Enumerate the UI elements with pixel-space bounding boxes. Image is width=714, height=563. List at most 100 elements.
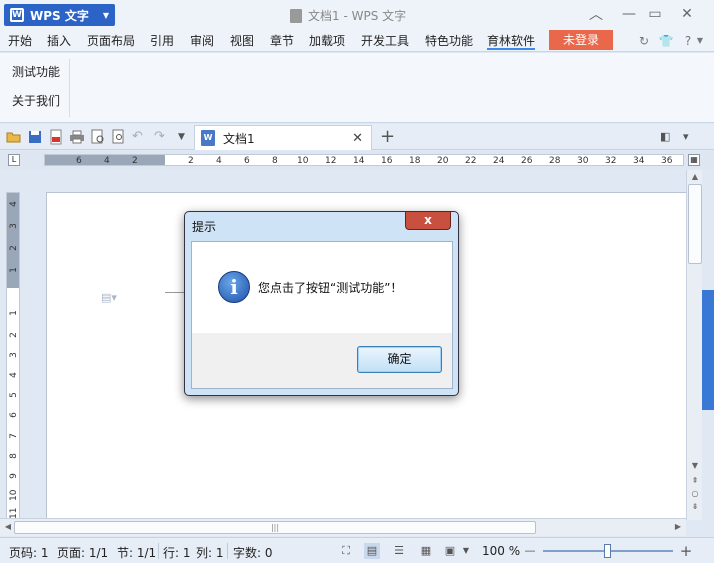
- app-name: WPS 文字: [30, 8, 89, 23]
- select-browse-icon[interactable]: ○: [689, 488, 701, 500]
- fullscreen-icon[interactable]: ⛶: [338, 543, 354, 559]
- close-icon[interactable]: ✕: [676, 4, 698, 24]
- chevron-down-icon[interactable]: ▼: [178, 129, 194, 145]
- zoom-slider[interactable]: [543, 544, 673, 558]
- page-options-icon[interactable]: ▤▾: [101, 291, 123, 305]
- new-tab-icon[interactable]: +: [380, 127, 395, 147]
- print-icon[interactable]: [69, 129, 85, 145]
- title-bar: W WPS 文字 ▼ 文档1 - WPS 文字 ︿ — ▭ ✕: [0, 0, 714, 30]
- redo-icon[interactable]: ↷: [154, 129, 170, 145]
- ruler-tick: 9: [9, 473, 19, 479]
- chevron-down-icon[interactable]: ▼: [458, 543, 474, 559]
- tab-insert[interactable]: 插入: [47, 32, 71, 50]
- zoom-level[interactable]: 100 %: [482, 544, 520, 558]
- ruler-tick: 2: [132, 156, 138, 166]
- tab-menu-icon[interactable]: ▾: [683, 129, 699, 145]
- ruler-tick: 8: [272, 156, 278, 166]
- undo-icon[interactable]: ↶: [132, 129, 148, 145]
- ruler-tick: 14: [353, 156, 365, 166]
- tab-view[interactable]: 视图: [230, 32, 254, 50]
- message-dialog: 提示 x i 您点击了按钮“测试功能”！ 确定: [184, 211, 459, 396]
- next-page-icon[interactable]: ⇟: [689, 501, 701, 513]
- ruler-tick: 12: [325, 156, 337, 166]
- vertical-scrollbar[interactable]: ▲ ▼ ⇞ ○ ⇟: [686, 170, 702, 520]
- close-icon[interactable]: ✕: [352, 131, 363, 146]
- pdf-icon[interactable]: [48, 129, 64, 145]
- ruler-tick: 2: [9, 332, 19, 338]
- side-panel-toggle[interactable]: [702, 290, 714, 410]
- scroll-left-icon[interactable]: ◀: [2, 521, 14, 533]
- app-menu-button[interactable]: W WPS 文字 ▼: [4, 4, 115, 26]
- skin-icon[interactable]: 👕: [658, 33, 674, 49]
- collapse-ribbon-icon[interactable]: ︿: [585, 4, 607, 24]
- tab-page-layout[interactable]: 页面布局: [87, 32, 135, 50]
- scroll-down-icon[interactable]: ▼: [689, 460, 701, 472]
- scroll-thumb[interactable]: |||: [14, 521, 536, 534]
- ribbon-panel: 测试功能 关于我们: [0, 53, 714, 123]
- zoom-slider-knob[interactable]: [604, 544, 611, 558]
- tab-features[interactable]: 特色功能: [425, 32, 473, 50]
- open-icon[interactable]: [6, 129, 22, 145]
- ok-button[interactable]: 确定: [357, 346, 442, 373]
- tab-document[interactable]: W 文档1 ✕: [194, 125, 372, 150]
- tab-references[interactable]: 引用: [150, 32, 174, 50]
- status-column: 列: 1: [196, 546, 224, 560]
- refresh-icon[interactable]: ↻: [636, 33, 652, 49]
- print-preview-icon[interactable]: [90, 129, 106, 145]
- tab-list-icon[interactable]: ◧: [660, 129, 676, 145]
- login-button[interactable]: 未登录: [549, 30, 613, 50]
- wps-logo-icon: W: [10, 8, 24, 22]
- zoom-in-icon[interactable]: +: [678, 543, 694, 559]
- vertical-ruler: 4 3 2 1 1 2 3 4 5 6 7 8 9 10 11: [6, 192, 20, 519]
- dialog-close-button[interactable]: x: [405, 212, 451, 230]
- test-function-button[interactable]: 测试功能: [12, 63, 60, 80]
- tab-stop-button[interactable]: L: [8, 154, 20, 166]
- ruler-tick: 10: [9, 489, 19, 501]
- save-icon[interactable]: [27, 129, 43, 145]
- window-title-text: 文档1 - WPS 文字: [308, 9, 407, 23]
- scroll-right-icon[interactable]: ▶: [672, 521, 684, 533]
- prev-page-icon[interactable]: ⇞: [689, 475, 701, 487]
- ruler-tick: 7: [9, 433, 19, 439]
- zoom-out-icon[interactable]: —: [522, 543, 538, 559]
- horizontal-scrollbar[interactable]: ◀ ||| ▶: [0, 518, 686, 536]
- status-row: 行: 1: [163, 546, 191, 560]
- tab-section[interactable]: 章节: [270, 32, 294, 50]
- document-icon: [290, 8, 302, 23]
- tab-review[interactable]: 审阅: [190, 32, 214, 50]
- page-view-icon[interactable]: ▤: [364, 543, 380, 559]
- ruler-tick: 3: [9, 352, 19, 358]
- ruler-toggle-button[interactable]: ▦: [688, 154, 700, 166]
- find-icon[interactable]: [111, 129, 127, 145]
- scroll-up-icon[interactable]: ▲: [689, 171, 701, 183]
- ruler-tick: 32: [605, 156, 617, 166]
- ruler-strip: 6 4 2 2 4 6 8 10 12 14 16 18 20 22 24 26…: [44, 154, 684, 166]
- ruler-tick: 18: [409, 156, 421, 166]
- maximize-icon[interactable]: ▭: [644, 4, 666, 24]
- scroll-thumb[interactable]: [688, 184, 702, 264]
- chevron-down-icon[interactable]: ▼: [692, 33, 708, 49]
- tab-developer[interactable]: 开发工具: [361, 32, 409, 50]
- web-view-icon[interactable]: ▦: [418, 543, 434, 559]
- ruler-tick: 20: [437, 156, 449, 166]
- ruler-tick: 1: [9, 267, 19, 273]
- outline-view-icon[interactable]: ☰: [391, 543, 407, 559]
- tab-home[interactable]: 开始: [8, 32, 32, 50]
- status-word-count: 字数: 0: [233, 546, 273, 560]
- ruler-tick: 3: [9, 223, 19, 229]
- menu-bar: 开始 插入 页面布局 引用 审阅 视图 章节 加载项 开发工具 特色功能 育林软…: [0, 30, 714, 52]
- status-page-number: 页码: 1: [9, 546, 49, 560]
- ruler-tick: 2: [188, 156, 194, 166]
- minimize-icon[interactable]: —: [618, 4, 640, 24]
- ruler-tick: 5: [9, 392, 19, 398]
- tab-addins[interactable]: 加载项: [309, 32, 345, 50]
- dialog-title: 提示: [192, 220, 217, 234]
- ruler-tick: 34: [633, 156, 645, 166]
- about-us-button[interactable]: 关于我们: [12, 92, 60, 109]
- dialog-message: 您点击了按钮“测试功能”！: [258, 281, 403, 295]
- ruler-tick: 6: [76, 156, 82, 166]
- window-title: 文档1 - WPS 文字: [290, 7, 406, 24]
- reading-view-icon[interactable]: ▣: [442, 543, 458, 559]
- tab-yulin-software[interactable]: 育林软件: [487, 32, 536, 50]
- status-divider: [158, 543, 159, 559]
